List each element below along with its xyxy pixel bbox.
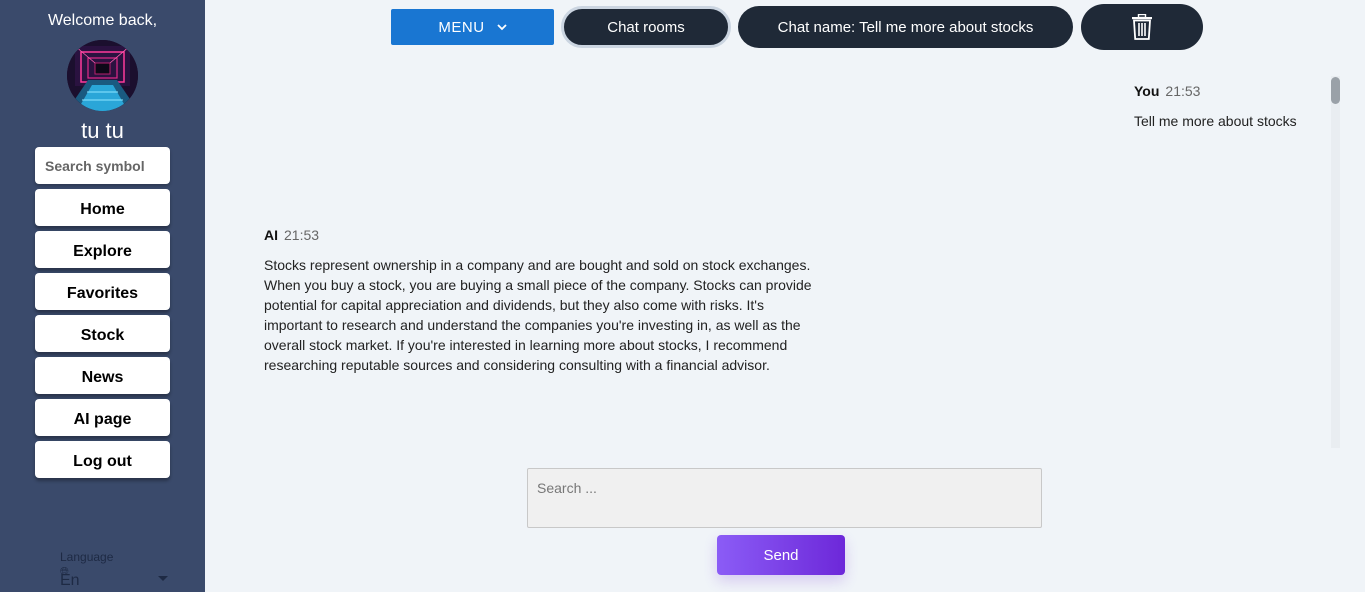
language-select[interactable]: 🌐︎ En [58,566,170,589]
sidebar: Welcome back, tu tu Home Explore Favorit… [0,0,205,592]
ai-message-header: AI 21:53 [264,227,319,243]
language-label: Language [60,550,114,564]
send-button[interactable]: Send [717,535,845,575]
menu-button[interactable]: MENU [391,9,554,45]
user-message-text: Tell me more about stocks [1134,113,1297,129]
chat-name-label: Chat name: Tell me more about stocks [777,18,1034,36]
nav-news-button[interactable]: News [35,357,170,394]
chat-name-button[interactable]: Chat name: Tell me more about stocks [738,6,1073,48]
nav-explore-button[interactable]: Explore [35,231,170,268]
chat-rooms-label: Chat rooms [607,18,685,36]
user-message-header: You 21:53 [1134,83,1200,99]
nav-stock-button[interactable]: Stock [35,315,170,352]
search-symbol-input[interactable] [35,147,170,184]
message-sender: You [1134,83,1160,99]
welcome-text: Welcome back, [47,12,158,29]
logout-button[interactable]: Log out [35,441,170,478]
chevron-down-icon [496,23,507,30]
message-sender: AI [264,227,278,243]
nav-favorites-button[interactable]: Favorites [35,273,170,310]
nav-home-button[interactable]: Home [35,189,170,226]
message-input[interactable] [527,468,1042,528]
username: tu tu [81,118,124,143]
chevron-down-icon [158,576,168,581]
trash-icon [1132,14,1152,40]
menu-label: MENU [438,18,485,36]
message-time: 21:53 [284,227,320,243]
chat-rooms-button[interactable]: Chat rooms [561,6,731,48]
nav-ai-page-button[interactable]: AI page [35,399,170,436]
delete-chat-button[interactable] [1081,4,1203,50]
language-value: En [60,572,80,589]
avatar [67,40,138,111]
message-time: 21:53 [1165,83,1201,99]
ai-message-text: Stocks represent ownership in a company … [264,257,812,373]
scrollbar-track[interactable] [1331,76,1340,448]
scrollbar-thumb[interactable] [1331,77,1340,104]
